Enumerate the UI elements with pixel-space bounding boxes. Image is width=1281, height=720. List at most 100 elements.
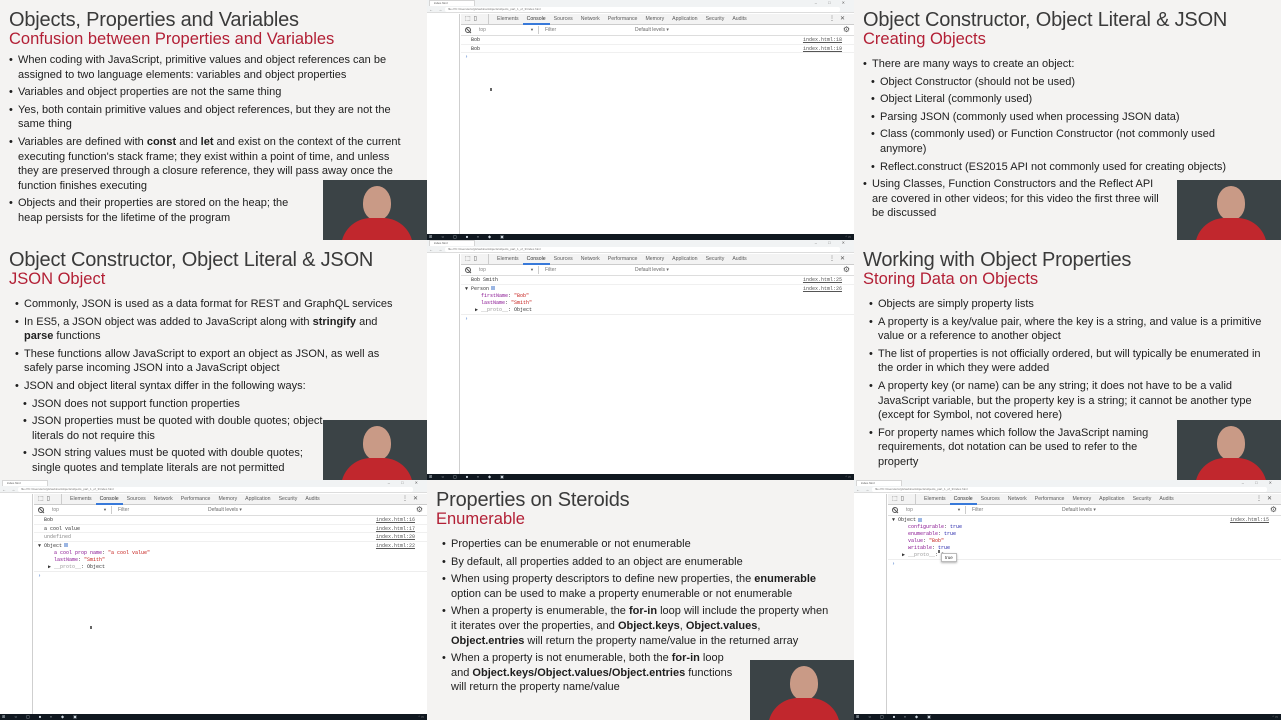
device-toolbar-icon[interactable]: ▯: [47, 496, 53, 502]
context-select[interactable]: top ▼: [904, 506, 966, 514]
source-link[interactable]: index.html:20: [376, 533, 415, 542]
tab-sources[interactable]: Sources: [977, 494, 1004, 505]
page-viewport[interactable]: [427, 254, 460, 474]
more-icon[interactable]: ⋮: [829, 256, 840, 262]
close-icon[interactable]: ✕: [840, 16, 850, 22]
gear-icon[interactable]: ⚙: [1270, 506, 1277, 514]
tab-console[interactable]: Console: [949, 494, 977, 505]
tray-icons[interactable]: ⌃ ▭: [418, 714, 424, 720]
filter-input[interactable]: [543, 26, 633, 34]
filter-input[interactable]: [970, 506, 1060, 514]
tab-elements[interactable]: Elements: [493, 14, 523, 25]
url-field[interactable]: file:///C:/Users/eric/git/webinar/object…: [445, 7, 840, 12]
tab-memory[interactable]: Memory: [1068, 494, 1095, 505]
inspect-icon[interactable]: ⬚: [38, 496, 47, 502]
inspect-device-icons[interactable]: ⬚▯: [465, 16, 480, 23]
tab-security[interactable]: Security: [1129, 494, 1156, 505]
expanded-triangle-icon[interactable]: ▼: [465, 286, 468, 292]
page-viewport[interactable]: [427, 14, 460, 234]
inspect-icon[interactable]: ⬚: [892, 496, 901, 502]
filter-input[interactable]: [543, 266, 633, 274]
collapsed-triangle-icon[interactable]: ▶: [475, 307, 478, 313]
collapsed-triangle-icon[interactable]: ▶: [902, 552, 905, 558]
source-link[interactable]: index.html:25: [803, 276, 842, 285]
source-link[interactable]: index.html:16: [376, 516, 415, 525]
tab-network[interactable]: Network: [577, 14, 604, 25]
tab-sources[interactable]: Sources: [123, 494, 150, 505]
more-icon[interactable]: ⋮: [829, 16, 840, 22]
console-prompt[interactable]: ›: [461, 53, 854, 62]
log-levels-select[interactable]: Default levels ▾: [635, 266, 669, 274]
tab-application[interactable]: Application: [668, 254, 701, 265]
tab-application[interactable]: Application: [1095, 494, 1128, 505]
tab-security[interactable]: Security: [702, 14, 729, 25]
source-link[interactable]: index.html:26: [803, 285, 842, 293]
object-log-row[interactable]: ▼ Object index.html:22: [34, 542, 427, 550]
clear-console-icon[interactable]: [465, 27, 471, 33]
url-field[interactable]: file:///C:/Users/eric/git/webinar/object…: [18, 487, 413, 492]
tab-performance[interactable]: Performance: [604, 14, 642, 25]
source-link[interactable]: index.html:17: [376, 525, 415, 534]
page-viewport[interactable]: [854, 494, 887, 714]
tab-elements[interactable]: Elements: [66, 494, 96, 505]
tab-performance[interactable]: Performance: [1031, 494, 1069, 505]
inspect-device-icons[interactable]: ⬚▯: [892, 496, 907, 503]
context-select[interactable]: top ▼: [477, 266, 539, 274]
close-icon[interactable]: ✕: [413, 496, 423, 502]
device-toolbar-icon[interactable]: ▯: [901, 496, 907, 502]
object-log-row[interactable]: ▼ Person index.html:26: [461, 285, 854, 293]
clear-console-icon[interactable]: [892, 507, 898, 513]
close-icon[interactable]: ✕: [840, 256, 850, 262]
log-levels-select[interactable]: Default levels ▾: [635, 26, 669, 34]
context-select[interactable]: top ▼: [477, 26, 539, 34]
filter-input[interactable]: [116, 506, 206, 514]
tab-console[interactable]: Console: [522, 254, 550, 265]
tray-icons[interactable]: ⌃ ▭: [1272, 714, 1278, 720]
clear-console-icon[interactable]: [38, 507, 44, 513]
taskbar-icons[interactable]: ⊞ ○ ▢ ■ ▪ ◆ ▣: [856, 714, 935, 720]
tab-security[interactable]: Security: [275, 494, 302, 505]
clear-console-icon[interactable]: [465, 267, 471, 273]
context-select[interactable]: top ▼: [50, 506, 112, 514]
tab-elements[interactable]: Elements: [920, 494, 950, 505]
gear-icon[interactable]: ⚙: [416, 506, 423, 514]
tab-console[interactable]: Console: [522, 14, 550, 25]
tab-memory[interactable]: Memory: [641, 254, 668, 265]
device-toolbar-icon[interactable]: ▯: [474, 256, 480, 262]
inspect-device-icons[interactable]: ⬚▯: [465, 256, 480, 263]
source-link[interactable]: index.html:19: [803, 45, 842, 54]
object-log-row[interactable]: ▼ Object index.html:15: [888, 516, 1281, 524]
tab-sources[interactable]: Sources: [550, 254, 577, 265]
tab-audits[interactable]: Audits: [1155, 494, 1177, 505]
inspect-icon[interactable]: ⬚: [465, 16, 474, 22]
tab-elements[interactable]: Elements: [493, 254, 523, 265]
url-field[interactable]: file:///C:/Users/eric/git/webinar/object…: [445, 247, 840, 252]
source-link[interactable]: index.html:15: [1230, 516, 1269, 524]
close-icon[interactable]: ✕: [1267, 496, 1277, 502]
proto-row[interactable]: ▶ __proto__: Object: [34, 564, 427, 571]
tab-audits[interactable]: Audits: [728, 254, 750, 265]
console-prompt[interactable]: ›: [34, 570, 427, 580]
tab-memory[interactable]: Memory: [214, 494, 241, 505]
tab-memory[interactable]: Memory: [641, 14, 668, 25]
tab-network[interactable]: Network: [1004, 494, 1031, 505]
log-levels-select[interactable]: Default levels ▾: [208, 506, 242, 514]
tab-network[interactable]: Network: [150, 494, 177, 505]
page-viewport[interactable]: [0, 494, 33, 714]
tab-performance[interactable]: Performance: [604, 254, 642, 265]
url-field[interactable]: file:///C:/Users/eric/git/webinar/object…: [872, 487, 1267, 492]
inspect-device-icons[interactable]: ⬚▯: [38, 496, 53, 503]
tab-performance[interactable]: Performance: [177, 494, 215, 505]
tab-sources[interactable]: Sources: [550, 14, 577, 25]
tab-audits[interactable]: Audits: [728, 14, 750, 25]
gear-icon[interactable]: ⚙: [843, 26, 850, 34]
more-icon[interactable]: ⋮: [1256, 496, 1267, 502]
inspect-icon[interactable]: ⬚: [465, 256, 474, 262]
taskbar-icons[interactable]: ⊞ ○ ▢ ■ ▪ ◆ ▣: [2, 714, 81, 720]
tab-console[interactable]: Console: [95, 494, 123, 505]
gear-icon[interactable]: ⚙: [843, 266, 850, 274]
log-levels-select[interactable]: Default levels ▾: [1062, 506, 1096, 514]
device-toolbar-icon[interactable]: ▯: [474, 16, 480, 22]
tab-network[interactable]: Network: [577, 254, 604, 265]
source-link[interactable]: index.html:22: [376, 542, 415, 550]
